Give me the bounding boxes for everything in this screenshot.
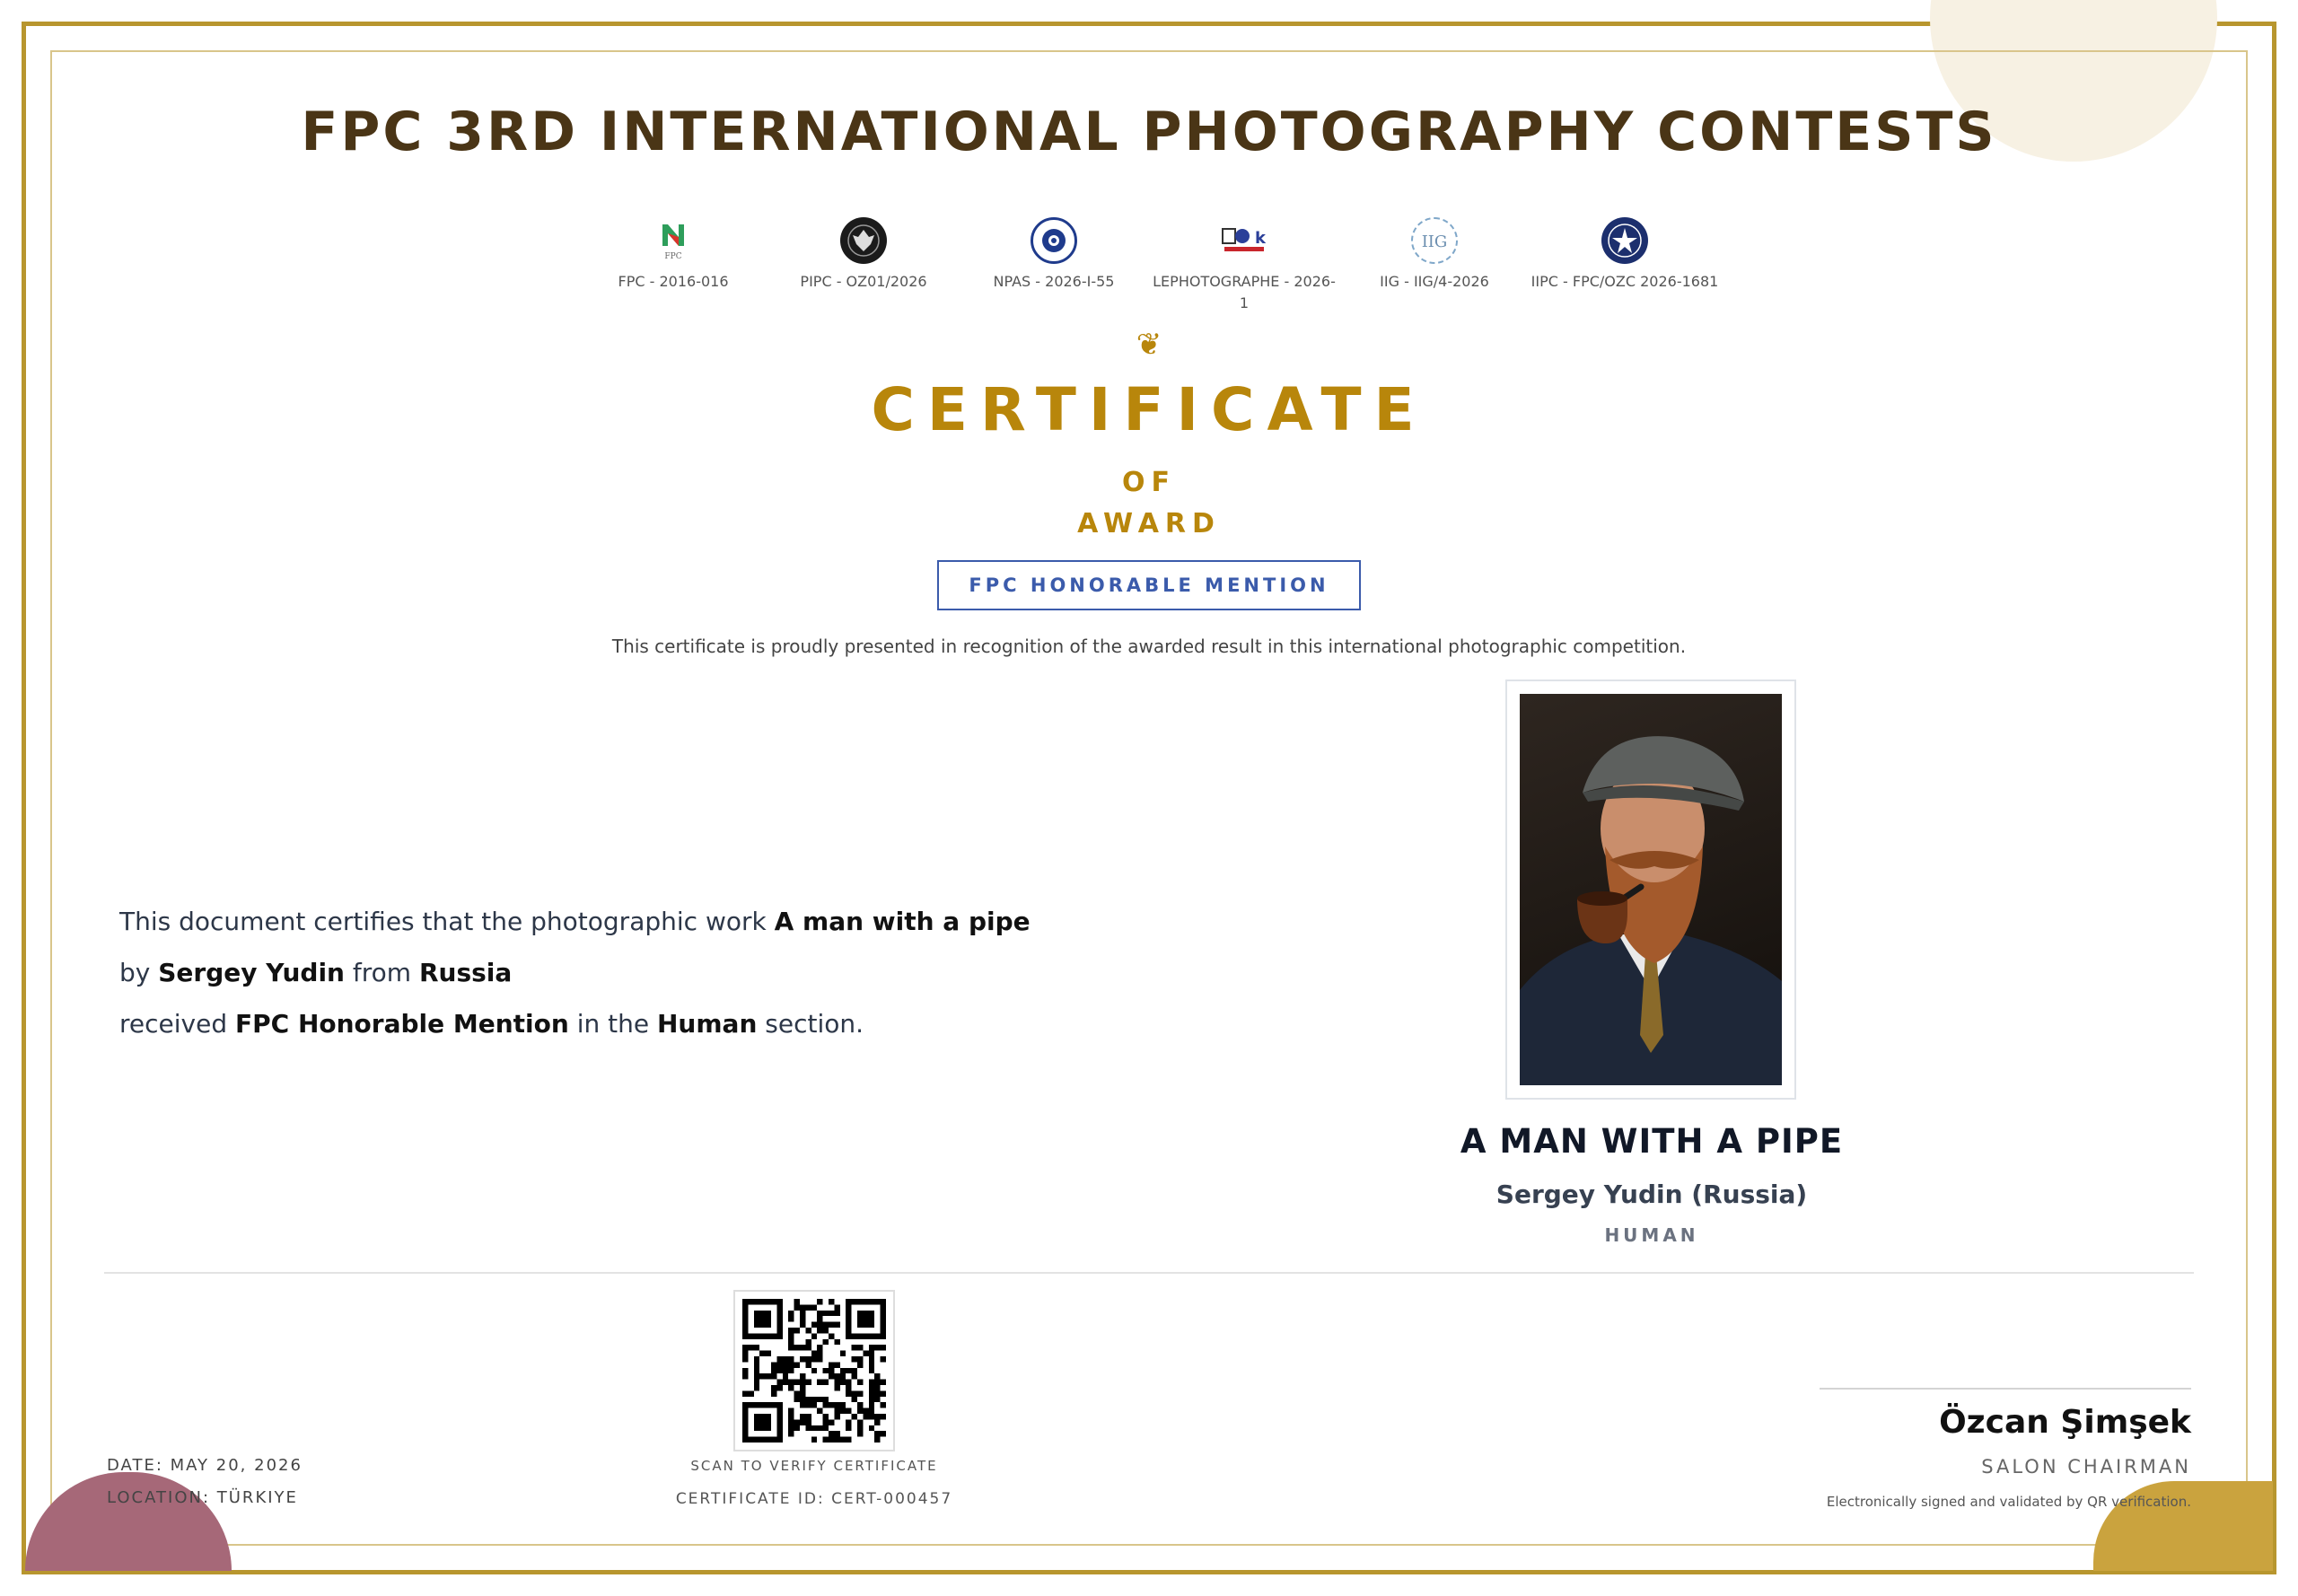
patronage-logos: FPC FPC - 2016-016 PIPC - OZ01/2026 NPAS… bbox=[0, 217, 2298, 314]
patronage-label: PIPC - OZ01/2026 bbox=[800, 273, 927, 290]
verification-qr-code[interactable] bbox=[733, 1290, 895, 1451]
award-badge: FPC HONORABLE MENTION bbox=[937, 560, 1361, 610]
statement-award: FPC Honorable Mention bbox=[235, 1009, 569, 1039]
flourish-ornament: ❦ bbox=[1136, 327, 1162, 363]
statement-author: Sergey Yudin bbox=[158, 958, 345, 987]
work-author: Sergey Yudin (Russia) bbox=[1495, 1179, 1808, 1209]
npas-logo-icon bbox=[1031, 217, 1077, 264]
certificate-award: AWARD bbox=[1077, 508, 1221, 539]
patronage-item: FPC FPC - 2016-016 bbox=[578, 217, 768, 314]
patronage-item: NPAS - 2026-I-55 bbox=[959, 217, 1149, 314]
patronage-item: PIPC - OZ01/2026 bbox=[768, 217, 959, 314]
statement-line-1: This document certifies that the photogr… bbox=[119, 896, 1031, 947]
statement-text: by bbox=[119, 958, 159, 987]
signature-note: Electronically signed and validated by Q… bbox=[1826, 1494, 2191, 1510]
patronage-label: IIG - IIG/4-2026 bbox=[1380, 273, 1489, 290]
certificate-location: LOCATION: TÜRKIYE bbox=[107, 1488, 298, 1507]
certificate-heading: CERTIFICATE bbox=[871, 375, 1427, 444]
svg-text:FPC: FPC bbox=[664, 252, 681, 261]
patronage-item: IIPC - FPC/OZC 2026-1681 bbox=[1530, 217, 1720, 314]
statement-text: This document certifies that the photogr… bbox=[119, 907, 775, 936]
awarded-photo bbox=[1520, 694, 1782, 1085]
certificate-of: OF bbox=[1122, 467, 1176, 498]
statement-text: section. bbox=[757, 1009, 864, 1039]
patronage-label: IIPC - FPC/OZC 2026-1681 bbox=[1531, 273, 1719, 290]
statement-text: received bbox=[119, 1009, 235, 1039]
patronage-label: LEPHOTOGRAPHE - 2026-1 bbox=[1153, 273, 1336, 311]
certificate-date: DATE: MAY 20, 2026 bbox=[107, 1456, 303, 1475]
work-section: HUMAN bbox=[1604, 1224, 1699, 1246]
patronage-item: IIG IIG - IIG/4-2026 bbox=[1339, 217, 1530, 314]
patronage-item: k LEPHOTOGRAPHE - 2026-1 bbox=[1149, 217, 1339, 314]
patronage-label: NPAS - 2026-I-55 bbox=[993, 273, 1115, 290]
patronage-label: FPC - 2016-016 bbox=[618, 273, 729, 290]
fpc-logo-icon: FPC bbox=[650, 217, 697, 264]
statement-text: from bbox=[345, 958, 419, 987]
statement-country: Russia bbox=[418, 958, 513, 987]
contest-title: FPC 3RD INTERNATIONAL PHOTOGRAPHY CONTES… bbox=[301, 101, 1997, 163]
svg-text:k: k bbox=[1255, 229, 1267, 248]
signer-name: Özcan Şimşek bbox=[1939, 1404, 2191, 1441]
certification-statement: This document certifies that the photogr… bbox=[119, 896, 1031, 1049]
statement-line-3: received FPC Honorable Mention in the Hu… bbox=[119, 998, 1031, 1049]
statement-section: Human bbox=[657, 1009, 758, 1039]
footer-divider bbox=[104, 1272, 2194, 1274]
iipc-logo-icon bbox=[1601, 217, 1648, 264]
pipc-logo-icon bbox=[840, 217, 887, 264]
qr-caption: SCAN TO VERIFY CERTIFICATE bbox=[690, 1458, 938, 1474]
statement-line-2: by Sergey Yudin from Russia bbox=[119, 947, 1031, 998]
statement-work-title: A man with a pipe bbox=[774, 907, 1031, 936]
certificate-id: CERTIFICATE ID: CERT-000457 bbox=[675, 1490, 953, 1508]
lephotographe-logo-icon: k bbox=[1221, 217, 1267, 264]
work-title: A MAN WITH A PIPE bbox=[1460, 1122, 1844, 1161]
signature-line bbox=[1820, 1388, 2191, 1390]
presentation-text: This certificate is proudly presented in… bbox=[611, 636, 1687, 657]
awarded-photo-frame bbox=[1505, 680, 1796, 1100]
svg-text:IIG: IIG bbox=[1422, 232, 1448, 251]
qr-code-icon bbox=[742, 1299, 886, 1443]
iig-logo-icon: IIG bbox=[1411, 217, 1458, 264]
signer-title: SALON CHAIRMAN bbox=[1981, 1456, 2191, 1478]
statement-text: in the bbox=[568, 1009, 657, 1039]
